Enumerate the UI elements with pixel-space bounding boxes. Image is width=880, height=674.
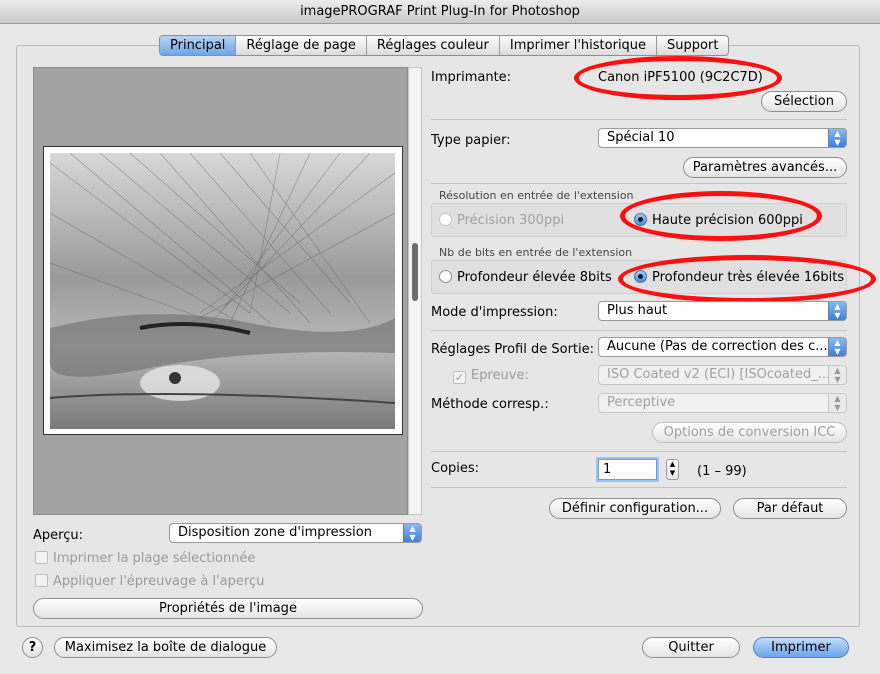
define-config-button[interactable]: Définir configuration...	[549, 498, 721, 519]
checkbox-icon	[35, 574, 48, 587]
chevron-updown-icon: ▲ ▼	[403, 524, 421, 542]
scrollbar-thumb[interactable]	[412, 243, 418, 301]
divider	[431, 451, 847, 452]
radio-icon	[439, 213, 452, 226]
copies-stepper[interactable]: ▲ ▼	[666, 459, 679, 480]
print-dialog-window: imagePROGRAF Print Plug-In for Photoshop…	[0, 0, 880, 674]
maximize-dialog-button[interactable]: Maximisez la boîte de dialogue	[54, 637, 277, 658]
annotation-circle-resolution	[620, 191, 822, 241]
radio-icon	[439, 270, 452, 283]
bits-8-radio[interactable]: Profondeur élevée 8bits	[439, 270, 612, 285]
image-properties-button[interactable]: Propriétés de l'image	[33, 598, 423, 619]
preview-scrollbar[interactable]	[408, 67, 422, 515]
print-selection-checkbox[interactable]: Imprimer la plage sélectionnée	[35, 551, 255, 566]
matching-method-select[interactable]: Perceptive ▲ ▼	[598, 393, 847, 413]
print-mode-label: Mode d'impression:	[431, 305, 558, 320]
checkbox-icon	[35, 551, 48, 564]
quit-button[interactable]: Quitter	[642, 637, 740, 658]
paper-type-select[interactable]: Spécial 10 ▲ ▼	[598, 128, 847, 148]
chevron-updown-icon: ▲ ▼	[828, 394, 846, 412]
preview-mode-select[interactable]: Disposition zone d'impression ▲ ▼	[169, 523, 422, 543]
print-mode-select[interactable]: Plus haut ▲ ▼	[598, 301, 847, 321]
divider	[431, 183, 847, 184]
preview-paper	[43, 146, 403, 435]
annotation-circle-printer	[574, 56, 782, 100]
proof-checkbox[interactable]: ✓ Epreuve:	[453, 368, 529, 384]
resolution-300-label: Précision 300ppi	[457, 213, 565, 228]
print-mode-value: Plus haut	[607, 303, 668, 318]
resolution-group-label: Résolution en entrée de l'extension	[439, 189, 634, 202]
printer-label: Imprimante:	[431, 70, 512, 85]
tab-support[interactable]: Support	[657, 36, 728, 55]
matching-method-value: Perceptive	[607, 395, 676, 410]
chevron-updown-icon: ▲ ▼	[828, 366, 846, 384]
chevron-updown-icon: ▲ ▼	[828, 129, 846, 147]
divider	[431, 330, 847, 331]
paper-type-value: Spécial 10	[607, 130, 675, 145]
help-icon[interactable]: ?	[22, 637, 43, 658]
matching-method-label: Méthode corresp.:	[431, 397, 549, 412]
tab-principal[interactable]: Principal	[160, 36, 237, 55]
checkmark-icon: ✓	[453, 371, 466, 384]
copies-range: (1 – 99)	[697, 464, 747, 479]
advanced-settings-button[interactable]: Paramètres avancés...	[683, 157, 847, 178]
proof-profile-select[interactable]: ISO Coated v2 (ECI) [ISOcoated_... ▲ ▼	[598, 365, 847, 385]
annotation-circle-bits	[618, 255, 876, 303]
print-selection-label: Imprimer la plage sélectionnée	[53, 551, 256, 566]
proof-profile-value: ISO Coated v2 (ECI) [ISOcoated_...	[607, 367, 831, 382]
grayscale-photo-image	[50, 153, 395, 429]
apply-proof-label: Appliquer l'épreuvage à l'aperçu	[53, 574, 265, 589]
output-profile-label: Réglages Profil de Sortie:	[431, 342, 595, 357]
divider	[431, 119, 847, 120]
copies-label: Copies:	[431, 461, 480, 476]
select-printer-button[interactable]: Sélection	[761, 91, 847, 112]
print-button[interactable]: Imprimer	[753, 637, 849, 658]
window-title: imagePROGRAF Print Plug-In for Photoshop	[0, 0, 880, 24]
chevron-updown-icon: ▲ ▼	[828, 302, 846, 320]
default-button[interactable]: Par défaut	[733, 498, 847, 519]
icc-options-button[interactable]: Options de conversion ICC	[652, 422, 847, 443]
preview-image	[50, 153, 395, 429]
resolution-300-radio[interactable]: Précision 300ppi	[439, 213, 564, 228]
bits-8-label: Profondeur élevée 8bits	[457, 270, 612, 285]
copies-input[interactable]: 1	[598, 459, 657, 480]
tab-page-setup[interactable]: Réglage de page	[236, 36, 367, 55]
bits-group-label: Nb de bits en entrée de l'extension	[439, 246, 633, 259]
proof-label: Epreuve:	[471, 368, 529, 383]
preview-label: Aperçu:	[33, 528, 83, 543]
output-profile-select[interactable]: Aucune (Pas de correction des c... ▲ ▼	[598, 337, 847, 357]
paper-type-label: Type papier:	[431, 133, 511, 148]
tab-color-settings[interactable]: Réglages couleur	[367, 36, 500, 55]
chevron-updown-icon: ▲ ▼	[828, 338, 846, 356]
preview-mode-value: Disposition zone d'impression	[178, 525, 372, 540]
output-profile-value: Aucune (Pas de correction des c...	[607, 339, 828, 354]
apply-proof-checkbox[interactable]: Appliquer l'épreuvage à l'aperçu	[35, 574, 264, 589]
tab-bar: Principal Réglage de page Réglages coule…	[159, 35, 730, 56]
tab-print-history[interactable]: Imprimer l'historique	[500, 36, 658, 55]
divider	[431, 487, 847, 488]
